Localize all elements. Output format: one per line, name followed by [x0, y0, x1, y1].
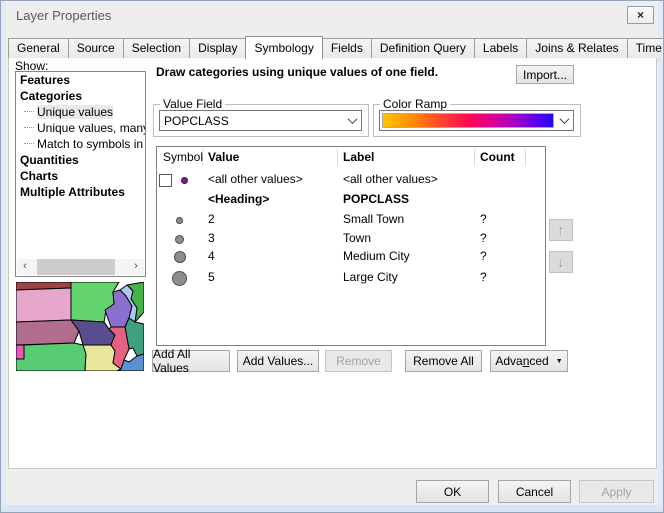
- row-value: <all other values>: [208, 171, 303, 188]
- tab-fields[interactable]: Fields: [322, 38, 372, 58]
- tree-connector: [24, 111, 34, 112]
- draw-method-description: Draw categories using unique values of o…: [156, 65, 438, 79]
- row-value: 5: [208, 269, 215, 286]
- value-field-selected: POPCLASS: [160, 114, 343, 128]
- tab-definition-query[interactable]: Definition Query: [371, 38, 475, 58]
- value-field-label: Value Field: [160, 97, 225, 111]
- category-symbol-dot[interactable]: [181, 177, 188, 184]
- tab-strip: General Source Selection Display Symbolo…: [8, 36, 664, 58]
- tree-item-features[interactable]: Features: [16, 72, 145, 88]
- value-field-groupbox: Value Field POPCLASS: [153, 104, 369, 137]
- tree-connector: [24, 143, 34, 144]
- advanced-button[interactable]: Advanced ▼: [490, 350, 568, 372]
- add-values-button[interactable]: Add Values...: [237, 350, 319, 372]
- symbology-tab-page: Show: Features Categories Unique values …: [8, 57, 657, 469]
- table-row-heading[interactable]: <Heading> POPCLASS: [157, 191, 545, 209]
- tree-item-unique-values[interactable]: Unique values: [16, 104, 145, 120]
- symbology-map-preview: [16, 282, 144, 371]
- move-up-icon: ↑: [558, 222, 565, 238]
- row-count: ?: [480, 248, 487, 265]
- remove-button[interactable]: Remove: [325, 350, 392, 372]
- tab-symbology[interactable]: Symbology: [245, 36, 322, 59]
- row-label: Large City: [343, 269, 398, 286]
- move-down-icon: ↓: [558, 254, 565, 270]
- table-row-town[interactable]: 3 Town ?: [157, 230, 545, 248]
- row-value: 4: [208, 248, 215, 265]
- color-ramp-label: Color Ramp: [380, 97, 450, 111]
- table-row-small-town[interactable]: 2 Small Town ?: [157, 211, 545, 229]
- tree-horizontal-scrollbar[interactable]: ‹ ›: [17, 259, 144, 275]
- scroll-left-icon[interactable]: ‹: [17, 259, 33, 275]
- row-count: ?: [480, 230, 487, 247]
- table-row-all-other-values[interactable]: <all other values> <all other values>: [157, 171, 545, 189]
- add-all-values-button[interactable]: Add All Values: [152, 350, 230, 372]
- window-title: Layer Properties: [16, 8, 111, 23]
- tab-general[interactable]: General: [8, 38, 69, 58]
- remove-all-button[interactable]: Remove All: [405, 350, 482, 372]
- column-separator: [525, 149, 526, 166]
- tree-item-match-to-symbols[interactable]: Match to symbols in a: [16, 136, 145, 152]
- dropdown-arrow-icon: ▼: [556, 358, 563, 365]
- tree-item-charts[interactable]: Charts: [16, 168, 145, 184]
- ok-button[interactable]: OK: [416, 480, 489, 503]
- tree-item-unique-values-many[interactable]: Unique values, many: [16, 120, 145, 136]
- column-header-symbol[interactable]: Symbol: [163, 150, 203, 164]
- chevron-down-icon[interactable]: [555, 117, 573, 124]
- row-label: <all other values>: [343, 171, 438, 188]
- tab-selection[interactable]: Selection: [123, 38, 190, 58]
- tree-item-categories[interactable]: Categories: [16, 88, 145, 104]
- tab-time[interactable]: Time: [627, 38, 664, 58]
- dialog-right-border: [658, 1, 663, 512]
- import-button[interactable]: Import...: [516, 65, 574, 84]
- table-row-large-city[interactable]: 5 Large City ?: [157, 267, 545, 289]
- row-label: Medium City: [343, 248, 410, 265]
- dialog-left-border: [1, 1, 6, 512]
- categories-table: Symbol Value Label Count <all other valu…: [156, 146, 546, 346]
- tab-labels[interactable]: Labels: [474, 38, 527, 58]
- category-symbol-dot[interactable]: [172, 271, 187, 286]
- cancel-button[interactable]: Cancel: [498, 480, 571, 503]
- move-up-button[interactable]: ↑: [549, 219, 573, 241]
- row-label: Town: [343, 230, 371, 247]
- close-button[interactable]: ×: [627, 6, 654, 24]
- chevron-down-icon[interactable]: [343, 117, 361, 124]
- column-header-value[interactable]: Value: [208, 150, 239, 164]
- map-preview-svg: [16, 282, 144, 371]
- row-label: Small Town: [343, 211, 404, 228]
- column-separator: [474, 149, 475, 166]
- all-other-values-checkbox[interactable]: [159, 174, 172, 187]
- close-icon: ×: [637, 8, 644, 22]
- color-ramp-combobox[interactable]: [379, 110, 574, 131]
- scroll-right-icon[interactable]: ›: [128, 259, 144, 275]
- table-row-medium-city[interactable]: 4 Medium City ?: [157, 248, 545, 266]
- category-symbol-dot[interactable]: [174, 251, 186, 263]
- column-header-label[interactable]: Label: [343, 150, 374, 164]
- column-header-count[interactable]: Count: [480, 150, 515, 164]
- row-count: ?: [480, 211, 487, 228]
- scrollbar-thumb[interactable]: [37, 259, 115, 275]
- row-value: 2: [208, 211, 215, 228]
- dialog-bottom-border: [1, 505, 663, 512]
- show-tree-list: Features Categories Unique values Unique…: [15, 71, 146, 277]
- color-ramp-gradient: [382, 113, 554, 128]
- tab-display[interactable]: Display: [189, 38, 246, 58]
- tree-item-multiple-attributes[interactable]: Multiple Attributes: [16, 184, 145, 200]
- layer-properties-dialog: Layer Properties × General Source Select…: [0, 0, 664, 513]
- move-down-button[interactable]: ↓: [549, 251, 573, 273]
- tab-joins-relates[interactable]: Joins & Relates: [526, 38, 627, 58]
- column-separator: [337, 149, 338, 166]
- row-label: POPCLASS: [343, 191, 409, 208]
- category-symbol-dot[interactable]: [175, 235, 184, 244]
- apply-button[interactable]: Apply: [579, 480, 654, 503]
- color-ramp-groupbox: Color Ramp: [373, 104, 581, 137]
- row-value: 3: [208, 230, 215, 247]
- row-count: ?: [480, 269, 487, 286]
- value-field-combobox[interactable]: POPCLASS: [159, 110, 362, 131]
- category-symbol-dot[interactable]: [176, 217, 183, 224]
- tree-item-quantities[interactable]: Quantities: [16, 152, 145, 168]
- titlebar[interactable]: Layer Properties: [6, 1, 658, 31]
- tab-source[interactable]: Source: [68, 38, 124, 58]
- tree-connector: [24, 127, 34, 128]
- row-value: <Heading>: [208, 191, 269, 208]
